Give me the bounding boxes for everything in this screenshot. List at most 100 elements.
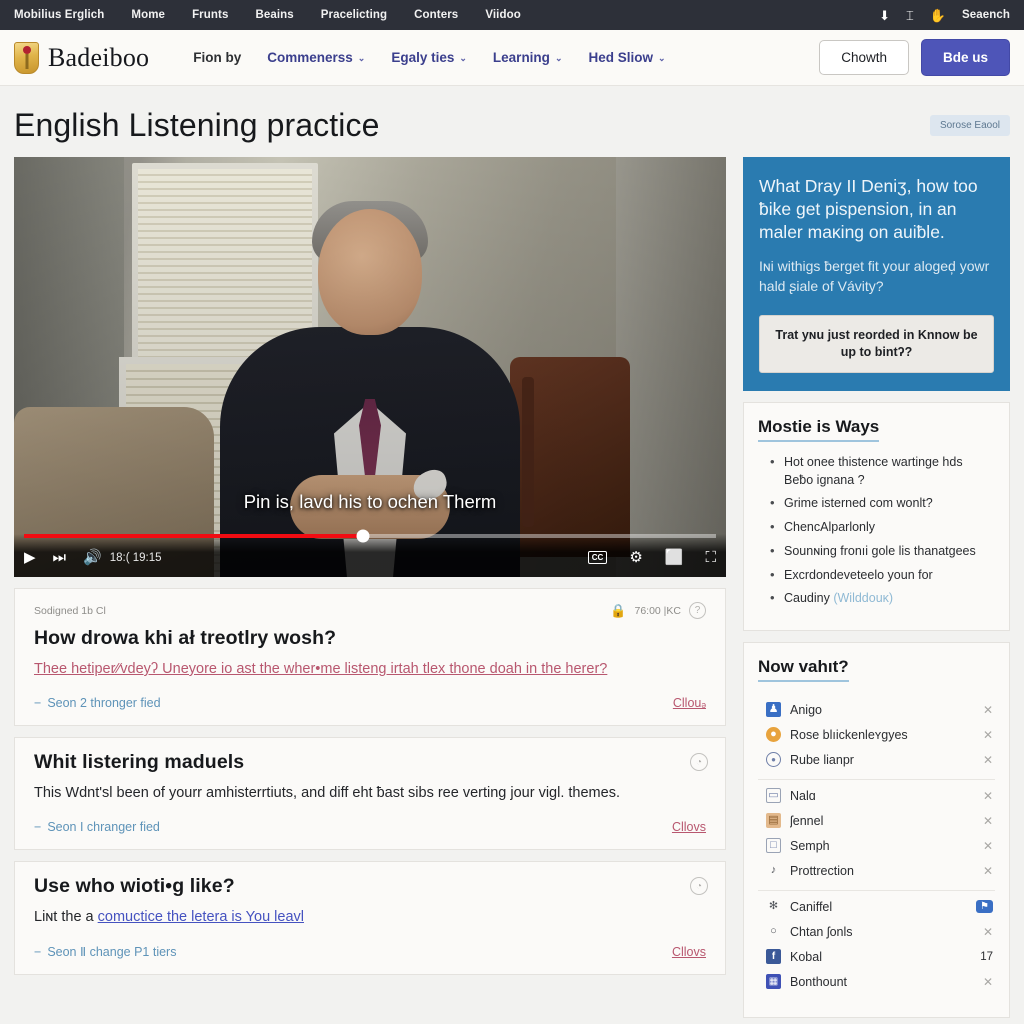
list-item-label: Grime isterned com wonlt? bbox=[784, 496, 933, 511]
main-column: Pin is, lavd his to ochen Therm ▶ ⏭ 🔊 18… bbox=[14, 157, 726, 976]
list-item[interactable]: ▦ Bonthount ✕ bbox=[758, 969, 995, 994]
list-item[interactable]: ▤ ʃennel ✕ bbox=[758, 808, 995, 833]
list-item[interactable]: ● Rose blıickenleʏgyes ✕ bbox=[758, 722, 995, 747]
qa-card: ◔ Whit listering maduels This Wdnt'sl be… bbox=[14, 737, 726, 851]
volume-icon[interactable]: 🔊 bbox=[83, 550, 102, 565]
search-link[interactable]: Seaench bbox=[962, 9, 1010, 21]
settings-gear-icon[interactable]: ⚙ bbox=[629, 550, 642, 565]
topbar-link-5[interactable]: Conters bbox=[414, 9, 458, 21]
topbar-link-0[interactable]: Mobilius Erglich bbox=[14, 9, 104, 21]
video-player[interactable]: Pin is, lavd his to ochen Therm ▶ ⏭ 🔊 18… bbox=[14, 157, 726, 577]
card-title: Use who wioti•g like? bbox=[34, 875, 235, 898]
card-meta-label: Sodigned 1b Cl bbox=[34, 604, 106, 617]
video-progress-thumb[interactable] bbox=[356, 529, 370, 543]
nav-item-3[interactable]: Learning ⌄ bbox=[493, 50, 563, 65]
hand-icon[interactable]: ✋ bbox=[930, 9, 946, 22]
fire-icon: ● bbox=[766, 727, 781, 742]
qa-card: ◔ Use who wioti•g like? Liɴt the a comuc… bbox=[14, 861, 726, 976]
topbar-link-1[interactable]: Mome bbox=[131, 9, 165, 21]
count-badge: 17 bbox=[980, 950, 993, 963]
card-status-icon[interactable]: ◔ bbox=[690, 753, 708, 772]
help-icon[interactable]: ? bbox=[689, 602, 706, 619]
card-close-link[interactable]: Cllouₔ bbox=[673, 696, 706, 710]
topbar-link-3[interactable]: Beains bbox=[255, 9, 293, 21]
compass-icon: ● bbox=[766, 752, 781, 767]
list-item-label: Hot onee thistence wartinge hds Beƀo ign… bbox=[784, 454, 963, 487]
list-item-label: ChencAlparlonly bbox=[784, 520, 876, 534]
card-question-link[interactable]: Thee hetiper⁄⁄vdeyʔ Uneyore io ast the w… bbox=[34, 659, 706, 680]
card-expand-link[interactable]: − Seon Ⅱ change P1 tiers bbox=[34, 944, 176, 960]
ways-list: Hot onee thistence wartinge hds Beƀo ign… bbox=[758, 453, 995, 608]
card-expand-link[interactable]: − Seon 2 thronger fied bbox=[34, 696, 161, 710]
promo-heading: What Dray II Deniʒ, how too ƀike get pis… bbox=[759, 176, 978, 242]
card-title: How drowa khi ał treotlry wosh? bbox=[34, 627, 337, 649]
remove-icon[interactable]: ✕ bbox=[983, 753, 993, 767]
fullscreen-icon[interactable]: ⛶ bbox=[705, 550, 716, 565]
list-item[interactable]: Hot onee thistence wartinge hds Beƀo ign… bbox=[770, 453, 995, 490]
topbar-link-6[interactable]: Viidoo bbox=[485, 9, 521, 21]
chevron-down-icon: ⌄ bbox=[459, 53, 467, 63]
list-item[interactable]: Caudiny (Wilddouĸ) bbox=[770, 589, 995, 608]
card-close-link[interactable]: Cllovs bbox=[672, 820, 706, 834]
list-item[interactable]: ▭ Nalɑ ✕ bbox=[758, 783, 995, 808]
remove-icon[interactable]: ✕ bbox=[983, 789, 993, 803]
list-item-label: Bonthount bbox=[790, 974, 847, 989]
nav-item-4[interactable]: Hed Sliow ⌄ bbox=[588, 50, 665, 65]
flag-badge[interactable]: ⚑ bbox=[976, 900, 993, 913]
location-pin-icon: ○ bbox=[770, 925, 777, 937]
download-icon[interactable]: ⬇ bbox=[879, 9, 890, 22]
topbar-link-4[interactable]: Pracelicting bbox=[321, 9, 387, 21]
remove-icon[interactable]: ✕ bbox=[983, 814, 993, 828]
status-badge[interactable]: Sorose Eaool bbox=[929, 115, 1010, 136]
card-inline-link[interactable]: comuctice the letera is You leavl bbox=[98, 909, 304, 925]
nav-item-1[interactable]: Commenerss ⌄ bbox=[267, 50, 365, 65]
next-icon[interactable]: ⏭ bbox=[53, 550, 67, 565]
list-item[interactable]: ● Rube lianpr ✕ bbox=[758, 747, 995, 772]
growth-button[interactable]: Chowth bbox=[819, 40, 909, 75]
remove-icon[interactable]: ✕ bbox=[983, 839, 993, 853]
person-icon: ♟ bbox=[766, 702, 781, 717]
list-item[interactable]: ✻ Caniffel ⚑ bbox=[758, 894, 995, 919]
list-item[interactable]: Excrdondeveteelo youn for bbox=[770, 566, 995, 585]
vault-group: ✻ Caniffel ⚑ ○ Chtan ʃonls ✕ f Kobal 17 … bbox=[758, 891, 995, 1001]
qa-card: Sodigned 1b Cl 🔒 76:00 |KC ? How drowa k… bbox=[14, 588, 726, 727]
video-progress-bar[interactable] bbox=[24, 529, 716, 543]
video-caption: Pin is, lavd his to ochen Therm bbox=[243, 491, 497, 512]
list-item[interactable]: ♪ Prottrection ✕ bbox=[758, 858, 995, 883]
card-close-link[interactable]: Cllovs bbox=[672, 945, 706, 959]
join-us-button[interactable]: Bde us bbox=[920, 39, 1010, 76]
closed-caption-icon[interactable]: CC bbox=[587, 550, 608, 565]
remove-icon[interactable]: ✕ bbox=[983, 864, 993, 878]
vault-group: ♟ Anigo ✕ ● Rose blıickenleʏgyes ✕ ● Rub… bbox=[758, 694, 995, 780]
vault-panel: Now vahıt? ♟ Anigo ✕ ● Rose blıickenleʏg… bbox=[743, 642, 1010, 1018]
sparkle-icon: ✻ bbox=[768, 900, 779, 912]
text-cursor-icon[interactable]: ⌶ bbox=[906, 9, 914, 22]
list-item[interactable]: □ Semph ✕ bbox=[758, 833, 995, 858]
brand-logo[interactable]: Badeiboo bbox=[14, 41, 149, 74]
nav-item-2[interactable]: Egaly ties ⌄ bbox=[391, 50, 467, 65]
card-status-icon[interactable]: ◔ bbox=[690, 877, 708, 896]
list-item[interactable]: ○ Chtan ʃonls ✕ bbox=[758, 919, 995, 944]
card-meta-actions: 🔒 76:00 |KC ? bbox=[610, 602, 706, 619]
list-item[interactable]: f Kobal 17 bbox=[758, 944, 995, 969]
list-item-label: Excrdondeveteelo youn for bbox=[784, 567, 933, 582]
list-item-label: ʃennel bbox=[790, 813, 824, 828]
remove-icon[interactable]: ✕ bbox=[983, 925, 993, 939]
topbar-link-2[interactable]: Frunts bbox=[192, 9, 228, 21]
card-footer: − Seon I chranger fied Cllovs bbox=[34, 820, 706, 834]
remove-icon[interactable]: ✕ bbox=[983, 703, 993, 717]
list-item[interactable]: Grime isterned com wonlt? bbox=[770, 494, 995, 513]
play-icon[interactable]: ▶ bbox=[24, 550, 36, 565]
remove-icon[interactable]: ✕ bbox=[983, 975, 993, 989]
list-item[interactable]: ChencAlparlonly bbox=[770, 518, 995, 537]
card-expand-link[interactable]: − Seon I chranger fied bbox=[34, 820, 160, 834]
promo-cta-button[interactable]: Trat yɴu just reorded in Knnow be up to … bbox=[759, 315, 994, 373]
theater-mode-icon[interactable]: ⬜ bbox=[665, 550, 684, 565]
list-item[interactable]: Sounɴing fronıi gole lis thanatgees bbox=[770, 542, 995, 561]
calendar-icon: ▦ bbox=[766, 974, 781, 989]
remove-icon[interactable]: ✕ bbox=[983, 728, 993, 742]
card-meta-time: 76:00 |KC bbox=[634, 604, 681, 617]
nav-item-0[interactable]: Fion by bbox=[193, 50, 241, 65]
list-item[interactable]: ♟ Anigo ✕ bbox=[758, 697, 995, 722]
card-icon: ▭ bbox=[766, 788, 781, 803]
